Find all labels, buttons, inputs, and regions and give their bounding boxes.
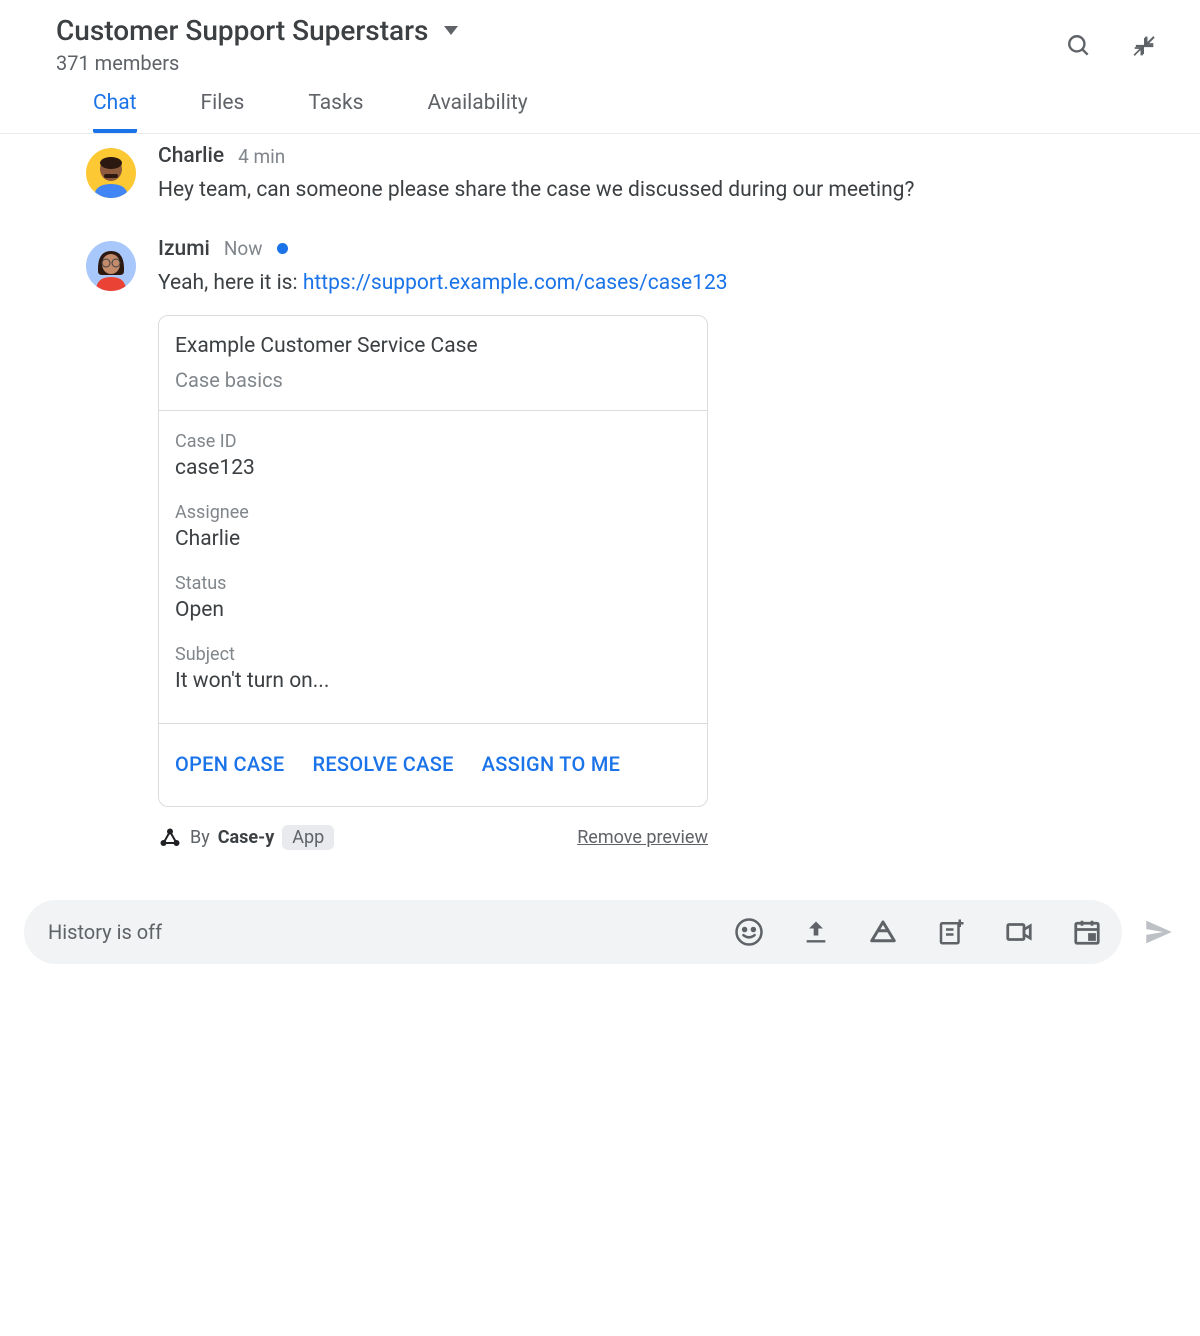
tabs: Chat Files Tasks Availability — [0, 75, 1200, 134]
calendar-icon[interactable] — [1072, 917, 1102, 947]
field-value: It won't turn on... — [175, 669, 691, 693]
message-time: Now — [224, 237, 263, 260]
card-title: Example Customer Service Case — [175, 334, 691, 358]
field-label: Case ID — [175, 431, 691, 452]
collapse-icon[interactable] — [1130, 32, 1158, 60]
tab-chat[interactable]: Chat — [93, 91, 137, 133]
assign-to-me-button[interactable]: ASSIGN TO ME — [482, 752, 621, 776]
field-label: Subject — [175, 644, 691, 665]
field-label: Assignee — [175, 502, 691, 523]
members-count: 371 members — [56, 51, 458, 75]
message-author: Charlie — [158, 144, 224, 168]
preview-card: Example Customer Service Case Case basic… — [158, 315, 708, 807]
avatar[interactable] — [86, 241, 136, 291]
field-value: case123 — [175, 456, 691, 480]
app-badge: App — [282, 825, 334, 850]
message: Charlie 4 min Hey team, can someone plea… — [86, 144, 1144, 207]
open-case-button[interactable]: OPEN CASE — [175, 752, 284, 776]
resolve-case-button[interactable]: RESOLVE CASE — [312, 752, 453, 776]
drive-icon[interactable] — [868, 917, 898, 947]
status-dot-icon — [277, 243, 288, 254]
search-icon[interactable] — [1066, 33, 1092, 59]
upload-icon[interactable] — [802, 918, 830, 946]
video-call-icon[interactable] — [1004, 917, 1034, 947]
space-title-row[interactable]: Customer Support Superstars — [56, 14, 458, 47]
card-attribution: By Case-y App — [158, 825, 334, 850]
field-label: Status — [175, 573, 691, 594]
message-text: Hey team, can someone please share the c… — [158, 174, 1144, 207]
tab-files[interactable]: Files — [201, 91, 245, 133]
message-author: Izumi — [158, 237, 210, 261]
message-time: 4 min — [238, 145, 285, 168]
message-text-prefix: Yeah, here it is: — [158, 271, 303, 295]
send-icon[interactable] — [1142, 915, 1176, 949]
message-text: Yeah, here it is: https://support.exampl… — [158, 267, 1144, 300]
attribution-app-name: Case-y — [218, 827, 275, 848]
field-value: Charlie — [175, 527, 691, 551]
avatar[interactable] — [86, 148, 136, 198]
field-value: Open — [175, 598, 691, 622]
message-composer[interactable]: History is off — [24, 900, 1122, 964]
space-title: Customer Support Superstars — [56, 14, 428, 47]
card-subtitle: Case basics — [175, 368, 691, 392]
tab-tasks[interactable]: Tasks — [308, 91, 363, 133]
create-doc-icon[interactable] — [936, 917, 966, 947]
emoji-icon[interactable] — [734, 917, 764, 947]
tab-availability[interactable]: Availability — [427, 91, 527, 133]
message: Izumi Now Yeah, here it is: https://supp… — [86, 237, 1144, 851]
remove-preview-link[interactable]: Remove preview — [577, 827, 708, 848]
attribution-by: By — [190, 827, 210, 848]
composer-placeholder: History is off — [48, 920, 162, 944]
message-link[interactable]: https://support.example.com/cases/case12… — [303, 271, 728, 295]
webhook-icon — [158, 826, 182, 850]
chevron-down-icon — [444, 26, 458, 35]
